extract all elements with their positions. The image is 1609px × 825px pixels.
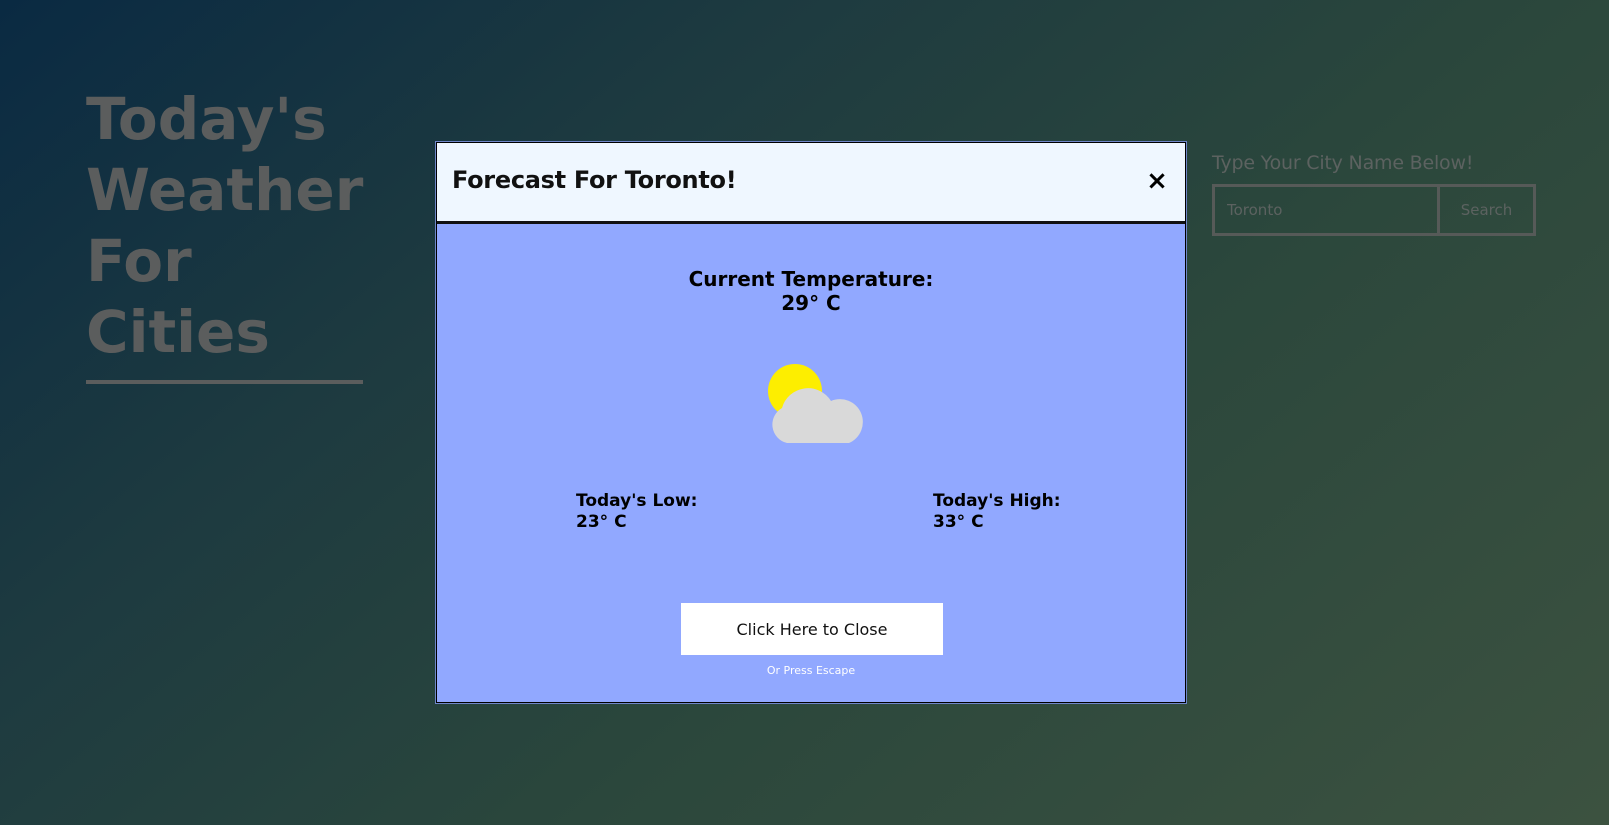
current-temperature-label: Current Temperature: (688, 267, 934, 291)
escape-hint: Or Press Escape (766, 664, 856, 677)
modal-title: Forecast For Toronto! (452, 166, 737, 194)
forecast-modal: Forecast For Toronto! × Current Temperat… (436, 142, 1186, 703)
todays-low-label: Today's Low: (576, 491, 698, 511)
search-label: Type Your City Name Below! (1212, 152, 1474, 174)
search-button[interactable]: Search (1440, 184, 1536, 236)
city-search-input[interactable] (1212, 184, 1440, 236)
todays-high-value: 33° C (933, 512, 984, 532)
page-title: Today's Weather For Cities (86, 84, 363, 384)
todays-high-label: Today's High: (933, 491, 1061, 511)
todays-high: Today's High: 33° C (933, 491, 1061, 533)
todays-low: Today's Low: 23° C (576, 491, 697, 533)
todays-low-value: 23° C (576, 512, 627, 532)
search-area: Type Your City Name Below! Search (1212, 152, 1537, 236)
current-temperature-value: 29° C (781, 291, 841, 315)
search-row: Search (1212, 184, 1536, 236)
modal-header: Forecast For Toronto! × (437, 143, 1185, 224)
close-icon[interactable]: × (1145, 168, 1169, 194)
partly-cloudy-icon (768, 364, 863, 443)
current-temperature: Current Temperature: 29° C (437, 267, 1185, 315)
close-modal-button[interactable]: Click Here to Close (681, 603, 943, 655)
